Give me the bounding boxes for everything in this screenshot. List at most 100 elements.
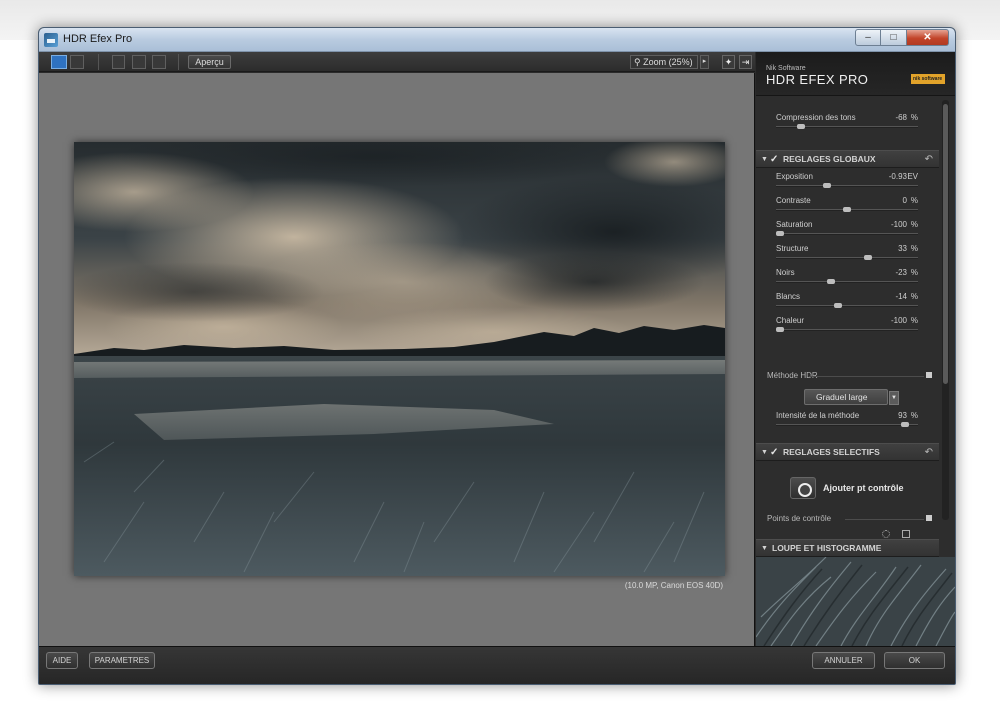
chevron-down-icon[interactable]: ▼ <box>889 391 899 405</box>
slider-label: Noirs <box>776 268 795 277</box>
slider-knob[interactable] <box>827 279 835 284</box>
slider-knob[interactable] <box>901 422 909 427</box>
collapse-icon[interactable] <box>926 515 932 521</box>
slider-contraste[interactable]: Contraste 0% <box>776 196 918 218</box>
preview-button[interactable]: Aperçu <box>188 55 231 69</box>
slider-value: 33 <box>898 244 907 253</box>
slider-chaleur[interactable]: Chaleur -100% <box>776 316 918 338</box>
section-loupe-histogram[interactable]: ▼ LOUPE ET HISTOGRAMME <box>756 539 939 557</box>
section-global-adjustments[interactable]: ▼ ✓ REGLAGES GLOBAUX ↶ <box>756 150 939 168</box>
frame-icon[interactable] <box>112 55 125 69</box>
view-single-icon[interactable] <box>51 55 67 69</box>
slider-structure[interactable]: Structure 33% <box>776 244 918 266</box>
slider-value: -100 <box>890 316 907 325</box>
triangle-down-icon: ▼ <box>761 156 768 163</box>
dual-icon[interactable] <box>152 55 166 69</box>
slider-knob[interactable] <box>823 183 831 188</box>
slider-label: Structure <box>776 244 809 253</box>
slider-knob[interactable] <box>864 255 872 260</box>
delete-point-icon[interactable] <box>902 530 910 538</box>
collapse-icon[interactable] <box>926 372 932 378</box>
section-label: LOUPE ET HISTOGRAMME <box>772 543 882 553</box>
slider-blancs[interactable]: Blancs -14% <box>776 292 918 314</box>
slider-unit: % <box>910 113 918 122</box>
slider-saturation[interactable]: Saturation -100% <box>776 220 918 242</box>
divider-line <box>845 519 924 520</box>
reset-icon[interactable]: ↶ <box>925 444 933 461</box>
divider-line <box>809 376 924 377</box>
panel-header: Nik Software HDR EFEX PRO nik software <box>756 52 955 96</box>
image-canvas: (10.0 MP, Canon EOS 40D) <box>39 73 755 646</box>
add-control-point[interactable]: Ajouter pt contrôle <box>790 477 930 499</box>
slider-track[interactable] <box>776 257 918 259</box>
slider-value: -0.93 <box>888 172 907 181</box>
slider-track[interactable] <box>776 305 918 307</box>
maximize-button[interactable]: □ <box>881 29 907 46</box>
close-button[interactable]: ✕ <box>907 29 949 46</box>
adjustments-panel: Nik Software HDR EFEX PRO nik software C… <box>756 52 955 646</box>
select-points-icon[interactable] <box>882 530 890 538</box>
slider-track[interactable] <box>776 424 918 426</box>
slider-label: Saturation <box>776 220 813 229</box>
triangle-down-icon: ▼ <box>761 449 768 456</box>
control-point-icon[interactable] <box>790 477 816 499</box>
control-points-header: Points de contrôle <box>767 514 932 523</box>
lightbulb-icon[interactable]: ✦ <box>722 55 735 69</box>
slider-knob[interactable] <box>834 303 842 308</box>
zoom-select[interactable]: ⚲ Zoom (25%) <box>630 55 698 69</box>
slider-knob[interactable] <box>843 207 851 212</box>
checkmark-icon[interactable]: ✓ <box>770 151 778 168</box>
hdr-method-dropdown[interactable]: Graduel large ▼ <box>804 389 899 405</box>
window-controls: – □ ✕ <box>855 29 949 46</box>
title-bar[interactable]: HDR Efex Pro – □ ✕ <box>39 28 955 52</box>
export-icon[interactable]: ⇥ <box>739 55 752 69</box>
slider-unit: % <box>910 316 918 325</box>
slider-track[interactable] <box>776 281 918 283</box>
window-title: HDR Efex Pro <box>63 33 133 45</box>
zoom-label: Zoom (25%) <box>643 57 693 67</box>
slider-track[interactable] <box>776 233 918 235</box>
view-split-icon[interactable] <box>70 55 84 69</box>
help-button[interactable]: AIDE <box>46 652 78 669</box>
slider-unit: % <box>910 244 918 253</box>
slider-unit: % <box>910 196 918 205</box>
app-window: HDR Efex Pro – □ ✕ Aperçu ⚲ Zoom (25%) ▸… <box>38 27 956 685</box>
preview-photo[interactable] <box>74 142 725 576</box>
landscape-image <box>74 142 725 576</box>
slider-noirs[interactable]: Noirs -23% <box>776 268 918 290</box>
image-info: (10.0 MP, Canon EOS 40D) <box>624 581 723 590</box>
add-control-point-label: Ajouter pt contrôle <box>823 483 904 493</box>
section-label: REGLAGES SELECTIFS <box>783 447 880 457</box>
loupe-image <box>756 557 955 646</box>
cancel-button[interactable]: ANNULER <box>812 652 875 669</box>
slider-value: 0 <box>902 196 907 205</box>
slider-label: Chaleur <box>776 316 805 325</box>
slider-tone-compression[interactable]: Compression des tons -68 % <box>776 113 918 135</box>
toolbar-divider <box>178 54 179 70</box>
chevron-right-icon[interactable]: ▸ <box>700 55 709 69</box>
panel-scrollbar[interactable] <box>942 100 949 520</box>
reset-icon[interactable]: ↶ <box>925 151 933 168</box>
bottom-bar: AIDE PARAMETRES ANNULER OK <box>39 646 955 684</box>
settings-button[interactable]: PARAMETRES <box>89 652 155 669</box>
control-point-tools <box>882 530 910 538</box>
section-label: REGLAGES GLOBAUX <box>783 154 876 164</box>
minimize-button[interactable]: – <box>855 29 881 46</box>
slider-exposition[interactable]: Exposition -0.93 EV <box>776 172 918 194</box>
slider-track[interactable] <box>776 329 918 331</box>
slider-label: Blancs <box>776 292 801 301</box>
slider-knob[interactable] <box>797 124 805 129</box>
slider-unit: EV <box>907 172 918 181</box>
checkmark-icon[interactable]: ✓ <box>770 444 778 461</box>
dropdown-value: Graduel large <box>816 392 868 402</box>
slider-track[interactable] <box>776 185 918 187</box>
slider-knob[interactable] <box>776 327 784 332</box>
ok-button[interactable]: OK <box>884 652 945 669</box>
compare-icon[interactable] <box>132 55 146 69</box>
slider-knob[interactable] <box>776 231 784 236</box>
triangle-down-icon: ▼ <box>761 545 768 552</box>
scroll-thumb[interactable] <box>943 104 948 384</box>
control-points-label: Points de contrôle <box>767 514 832 523</box>
section-selective-adjustments[interactable]: ▼ ✓ REGLAGES SELECTIFS ↶ <box>756 443 939 461</box>
slider-method-intensity[interactable]: Intensité de la méthode 93 % <box>776 411 918 433</box>
